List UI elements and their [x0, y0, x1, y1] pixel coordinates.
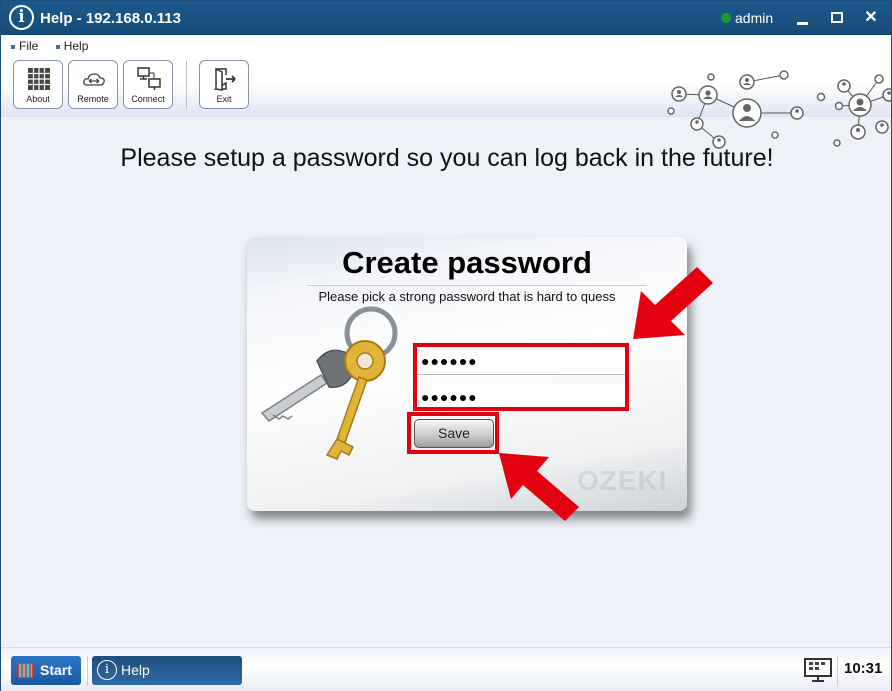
setup-password-headline: Please setup a password so you can log b… — [120, 144, 774, 172]
ozeki-watermark: OZEKI — [577, 465, 668, 496]
clock: 10:31 — [844, 660, 883, 677]
minimize-icon — [797, 22, 808, 25]
about-button[interactable]: About — [13, 60, 63, 109]
title-bar[interactable]: i Help - 192.168.0.113 admin ✕ — [1, 1, 891, 35]
connect-label: Connect — [131, 94, 165, 104]
info-icon: i — [97, 660, 117, 680]
window-title: Help - 192.168.0.113 — [40, 10, 181, 27]
arrow-to-fields-icon — [633, 267, 713, 339]
maximize-button[interactable] — [825, 6, 849, 30]
menu-bar: File Help — [11, 39, 102, 53]
desktop-icon[interactable] — [804, 658, 832, 683]
taskbar-separator — [837, 656, 838, 686]
header: File Help About Remote Connect Exit — [1, 35, 891, 149]
grid-icon — [28, 68, 50, 90]
online-status-icon — [721, 13, 731, 23]
exit-button[interactable]: Exit — [199, 60, 249, 109]
taskbar-separator — [87, 656, 88, 686]
menu-help-label: Help — [63, 39, 89, 53]
bullet-icon — [11, 44, 15, 49]
keys-icon — [260, 306, 398, 460]
info-icon: i — [9, 5, 34, 30]
title-divider — [307, 285, 647, 286]
start-button[interactable]: Start — [11, 656, 81, 685]
toolbar-separator — [186, 61, 187, 109]
dialog-subtitle: Please pick a strong password that is ha… — [318, 289, 616, 304]
network-computers-icon — [137, 67, 161, 90]
taskbar-help-label: Help — [121, 662, 150, 678]
network-illustration-icon — [667, 70, 891, 149]
start-grid-icon — [18, 663, 33, 678]
remote-button[interactable]: Remote — [68, 60, 118, 109]
taskbar-item-help[interactable]: i Help — [92, 656, 242, 685]
connect-button[interactable]: Connect — [123, 60, 173, 109]
app-window: i Help - 192.168.0.113 admin ✕ File Help… — [0, 0, 892, 691]
maximize-icon — [831, 12, 843, 23]
close-button[interactable]: ✕ — [859, 6, 883, 30]
cloud-arrows-icon — [83, 73, 105, 86]
dialog-title: Create password — [342, 245, 592, 280]
create-password-dialog: Create password Please pick a strong pas… — [247, 237, 687, 511]
exit-door-icon — [213, 67, 236, 91]
bullet-icon — [55, 44, 60, 49]
about-label: About — [26, 94, 50, 104]
menu-help[interactable]: Help — [55, 39, 89, 53]
menu-file[interactable]: File — [11, 39, 38, 53]
password-fields-highlight — [413, 343, 629, 411]
minimize-button[interactable] — [791, 6, 815, 30]
start-label: Start — [40, 662, 72, 678]
exit-label: Exit — [216, 94, 232, 104]
taskbar: Start i Help 10:31 — [1, 647, 891, 691]
close-icon: ✕ — [864, 9, 878, 26]
menu-file-label: File — [19, 39, 39, 53]
save-button-highlight — [407, 412, 499, 454]
remote-label: Remote — [77, 94, 109, 104]
user-name: admin — [735, 10, 774, 26]
arrow-to-save-icon — [499, 453, 579, 521]
